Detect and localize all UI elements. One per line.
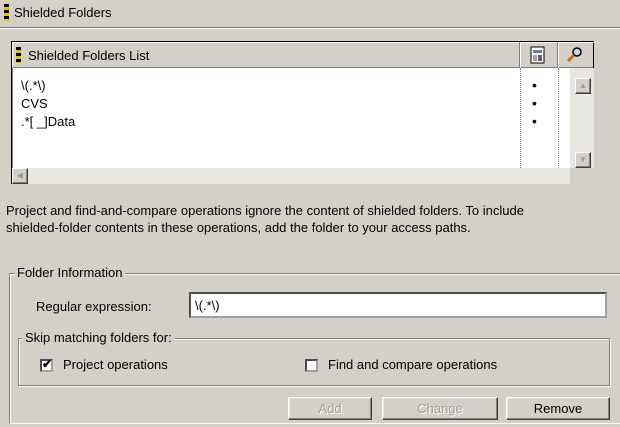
project-operations-checkbox[interactable]: ✔	[40, 357, 53, 372]
magnifier-icon	[566, 47, 582, 63]
page-title: Shielded Folders	[14, 5, 112, 20]
description-line: Project and find-and-compare operations …	[6, 203, 524, 218]
project-operations-label[interactable]: Project operations	[63, 357, 168, 372]
regex-input[interactable]	[189, 292, 607, 318]
skip-matching-title: Skip matching folders for:	[22, 330, 175, 345]
folder-information-title: Folder Information	[15, 265, 125, 280]
shielded-folder-icon	[16, 47, 21, 63]
project-flag: •	[532, 77, 537, 93]
scroll-left-button[interactable]: ◀	[12, 168, 28, 184]
list-item[interactable]: CVS • •	[12, 95, 575, 113]
scroll-up-button[interactable]: ▲	[575, 78, 591, 94]
column-header-project[interactable]	[520, 42, 558, 68]
list-header: Shielded Folders List	[12, 42, 593, 68]
list-item[interactable]: .*[ _]Data • •	[12, 113, 575, 131]
shielded-folder-icon	[4, 4, 9, 21]
scroll-down-button[interactable]: ▼	[575, 152, 591, 168]
document-icon	[530, 46, 545, 64]
folder-pattern: CVS	[21, 96, 48, 111]
shielded-folders-list[interactable]: Shielded Folders List \(.*\) • CVS • •	[11, 41, 594, 184]
list-item[interactable]: \(.*\) •	[12, 78, 572, 95]
regex-label: Regular expression:	[36, 299, 152, 314]
column-header-find[interactable]	[558, 42, 595, 68]
checkmark-icon: ✔	[42, 357, 53, 371]
find-compare-label[interactable]: Find and compare operations	[328, 357, 497, 372]
horizontal-scrollbar[interactable]: ◀ ▶	[12, 168, 590, 184]
change-button[interactable]: Change	[382, 397, 498, 420]
column-header-label: Shielded Folders List	[28, 48, 150, 63]
description: Project and find-and-compare operations …	[6, 202, 620, 236]
folder-pattern: .*[ _]Data	[21, 114, 76, 129]
find-compare-checkbox[interactable]	[305, 359, 318, 372]
add-button[interactable]: Add	[288, 397, 372, 420]
project-flag: •	[532, 95, 537, 111]
description-line: shielded-folder contents in these operat…	[6, 220, 471, 235]
project-flag: •	[532, 113, 537, 129]
folder-pattern: \(.*\)	[21, 78, 46, 93]
vertical-scrollbar[interactable]: ▲ ▼	[570, 68, 594, 169]
header-divider	[0, 27, 620, 29]
column-header-name[interactable]: Shielded Folders List	[12, 42, 520, 68]
scrollbar-corner	[570, 168, 594, 184]
remove-button[interactable]: Remove	[506, 397, 610, 420]
